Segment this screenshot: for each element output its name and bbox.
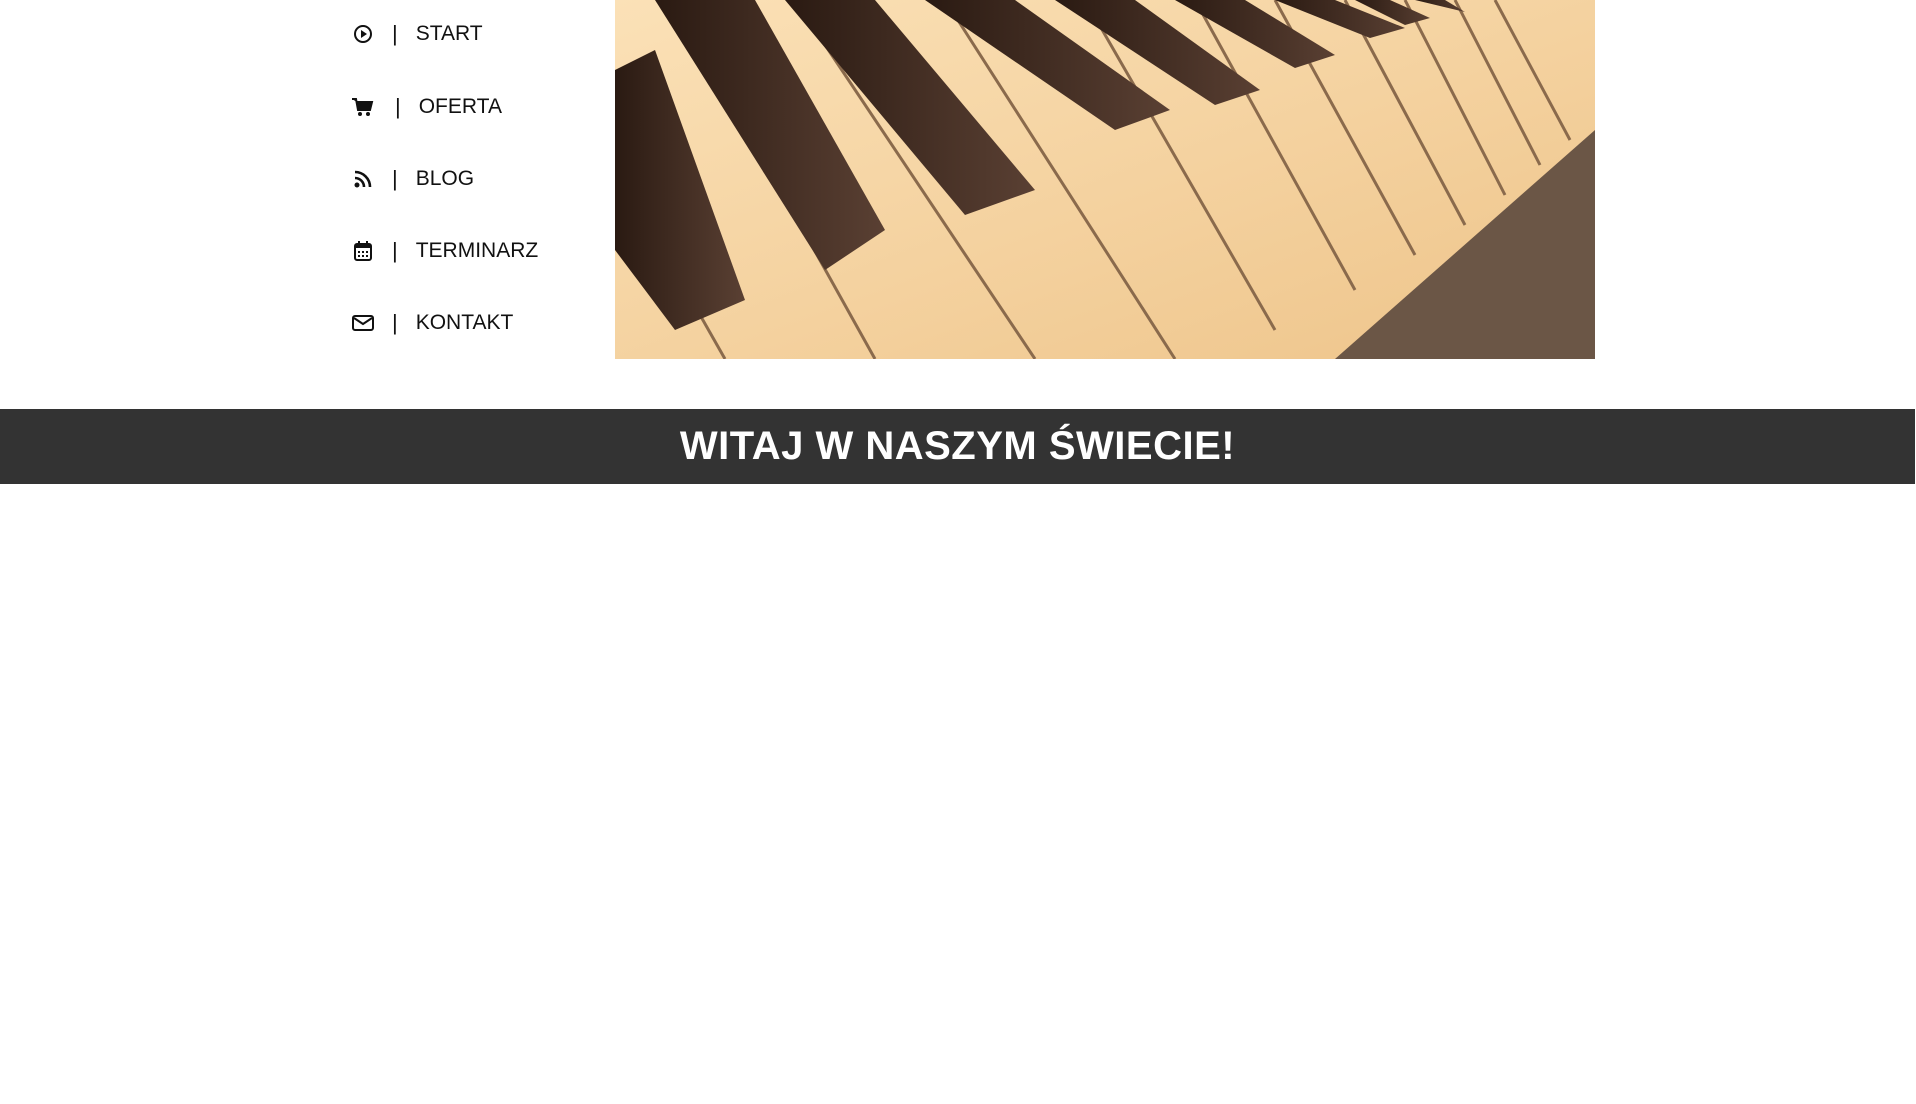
welcome-banner: WITAJ W NASZYM ŚWIECIE! [0,409,1915,484]
nav-separator: | [392,21,398,46]
nav-item-label: BLOG [415,167,475,190]
piano-keys-illustration [615,0,1595,359]
nav-separator: | [395,94,401,119]
nav-item-label: KONTAKT [415,311,514,334]
hero-piano-image [615,0,1595,359]
nav-item-kontakt[interactable]: | KONTAKT [352,308,513,338]
nav-item-oferta[interactable]: | OFERTA [352,92,502,122]
nav-item-label: OFERTA [418,95,502,118]
rss-icon [352,168,374,190]
nav-separator: | [392,310,398,335]
cart-icon [352,96,374,118]
nav-separator: | [392,238,398,263]
nav-item-label: TERMINARZ [415,239,539,262]
nav-item-start[interactable]: | START [352,19,483,49]
nav-item-label: START [415,22,483,45]
welcome-heading: WITAJ W NASZYM ŚWIECIE! [679,424,1236,468]
play-circle-icon [352,23,374,45]
nav-item-terminarz[interactable]: | TERMINARZ [352,236,538,266]
envelope-icon [352,312,374,334]
nav-item-blog[interactable]: | BLOG [352,164,474,194]
nav-separator: | [392,166,398,191]
calendar-icon [352,240,374,262]
